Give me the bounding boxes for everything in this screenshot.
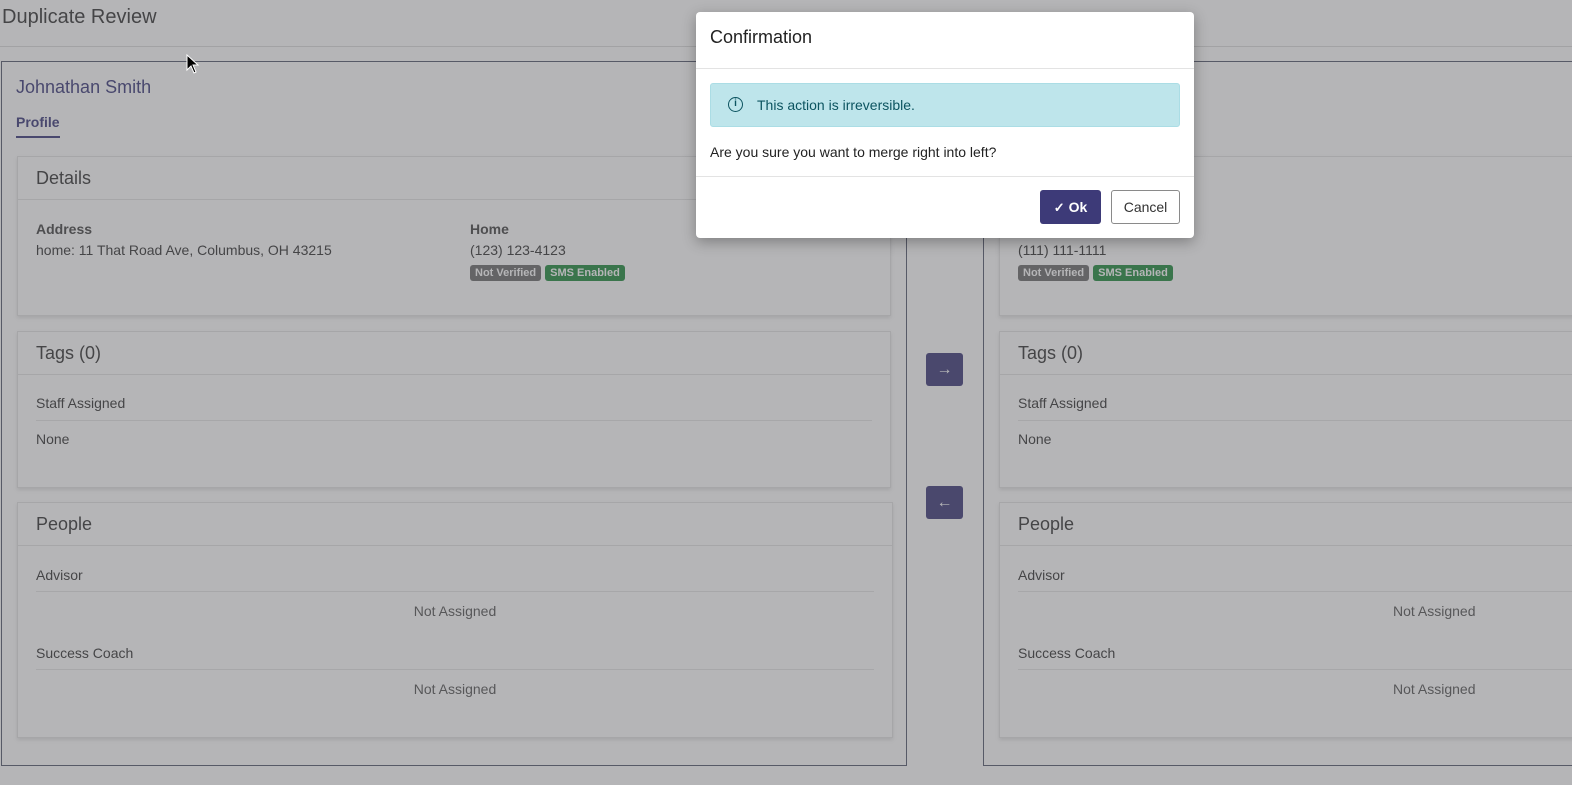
check-icon: ✓	[1053, 200, 1065, 215]
ok-button[interactable]: ✓ Ok	[1040, 190, 1101, 224]
divider	[696, 68, 1194, 69]
mouse-pointer-icon	[186, 54, 200, 74]
divider	[696, 176, 1194, 177]
dialog-title: Confirmation	[710, 27, 813, 47]
info-icon: i	[728, 97, 743, 112]
dialog-question: Are you sure you want to merge right int…	[710, 144, 997, 160]
confirmation-dialog: Confirmation i This action is irreversib…	[696, 12, 1194, 238]
alert-text: This action is irreversible.	[757, 97, 915, 113]
cancel-button[interactable]: Cancel	[1111, 190, 1180, 224]
ok-label: Ok	[1068, 199, 1088, 215]
info-alert: i This action is irreversible.	[710, 83, 1180, 127]
